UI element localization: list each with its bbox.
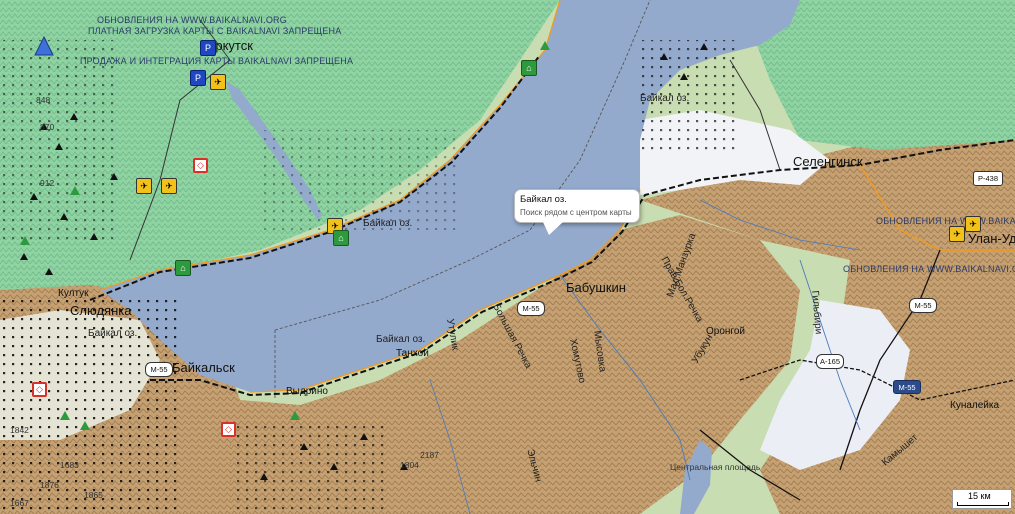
poi-warning-icon[interactable]: ◇ [193,158,208,173]
popup-title: Байкал оз. [520,194,567,205]
elevation-label: 1865 [84,490,103,500]
city-baikalsk[interactable]: Байкальск [172,360,235,375]
map-base [0,0,1015,514]
shield-m55: M-55 [909,298,937,313]
poi-icon[interactable]: ✈ [161,178,177,194]
elevation-label: 1683 [60,460,79,470]
poi-warning-icon[interactable]: ◇ [32,382,47,397]
poi-icon[interactable]: ✈ [210,74,226,90]
elevation-label: 870 [40,122,55,132]
popup-subtitle[interactable]: Поиск рядом с центром карты [520,208,632,217]
elevation-label: 1876 [40,480,59,490]
shield-m55: M-55 [893,380,921,394]
poi-hotel-icon[interactable]: ⌂ [175,260,191,276]
map-canvas[interactable]: ОБНОВЛЕНИЯ НА WWW.BAIKALNAVI.ORG ПЛАТНАЯ… [0,0,1015,514]
city-ulan-ude[interactable]: Улан-Удэ [968,231,1015,246]
city-babushkin[interactable]: Бабушкин [566,280,626,295]
watermark-2: ПЛАТНАЯ ЗАГРУЗКА КАРТЫ С BAIKALNAVI ЗАПР… [88,26,342,36]
watermark-1: ОБНОВЛЕНИЯ НА WWW.BAIKALNAVI.ORG [97,15,287,25]
city-selenginsk[interactable]: Селенгинск [793,154,863,169]
label-tsentralnaya: Центральная площадь [670,462,761,472]
elevation-label: 1842 [10,425,29,435]
poi-info-icon[interactable]: P [200,40,216,56]
popup-tail [543,222,563,235]
scale-bar-line [957,502,1009,506]
shield-m55: M-55 [517,301,545,316]
poi-icon[interactable]: ✈ [949,226,965,242]
watermark-4: ОБНОВЛЕНИЯ НА WWW.BAIKALNAVI.ORG [876,216,1015,226]
city-tankhoi[interactable]: Танхой [396,348,429,359]
poi-warning-icon[interactable]: ◇ [221,422,236,437]
water-label-s: Байкал оз. [376,334,426,345]
poi-hotel-icon[interactable]: ⌂ [521,60,537,76]
city-slyudyanka[interactable]: Слюдянка [70,303,131,318]
watermark-5: ОБНОВЛЕНИЯ НА WWW.BAIKALNAVI.ORG [843,264,1015,274]
shield-p438: P-438 [973,171,1003,186]
scale-label: 15 км [968,491,991,501]
elevation-label: 1804 [400,460,419,470]
water-label-ne: Байкал оз. [640,93,690,104]
shield-a165: A-165 [816,354,844,369]
elevation-label: 2187 [420,450,439,460]
watermark-3: ПРОДАЖА И ИНТЕГРАЦИЯ КАРТЫ BAIKALNAVI ЗА… [80,56,354,66]
water-label-sw: Байкал оз. [88,328,138,339]
map-popup[interactable]: Байкал оз. Поиск рядом с центром карты [514,189,640,235]
poi-icon[interactable]: ✈ [965,216,981,232]
city-kunaleika[interactable]: Куналейка [950,400,999,411]
scale-bar: 15 км [952,489,1012,509]
poi-icon[interactable]: ✈ [136,178,152,194]
compass-icon[interactable] [34,36,54,56]
elevation-label: 912 [40,178,55,188]
water-label-nw: Байкал оз. [363,218,413,229]
elevation-label: 1667 [10,498,29,508]
city-vydrino[interactable]: Выдрино [286,386,328,397]
poi-hotel-icon[interactable]: ⌂ [333,230,349,246]
poi-info-icon[interactable]: P [190,70,206,86]
shield-m55: M-55 [145,362,173,377]
city-kultuk[interactable]: Култук [58,288,89,299]
elevation-label: 848 [36,95,51,105]
